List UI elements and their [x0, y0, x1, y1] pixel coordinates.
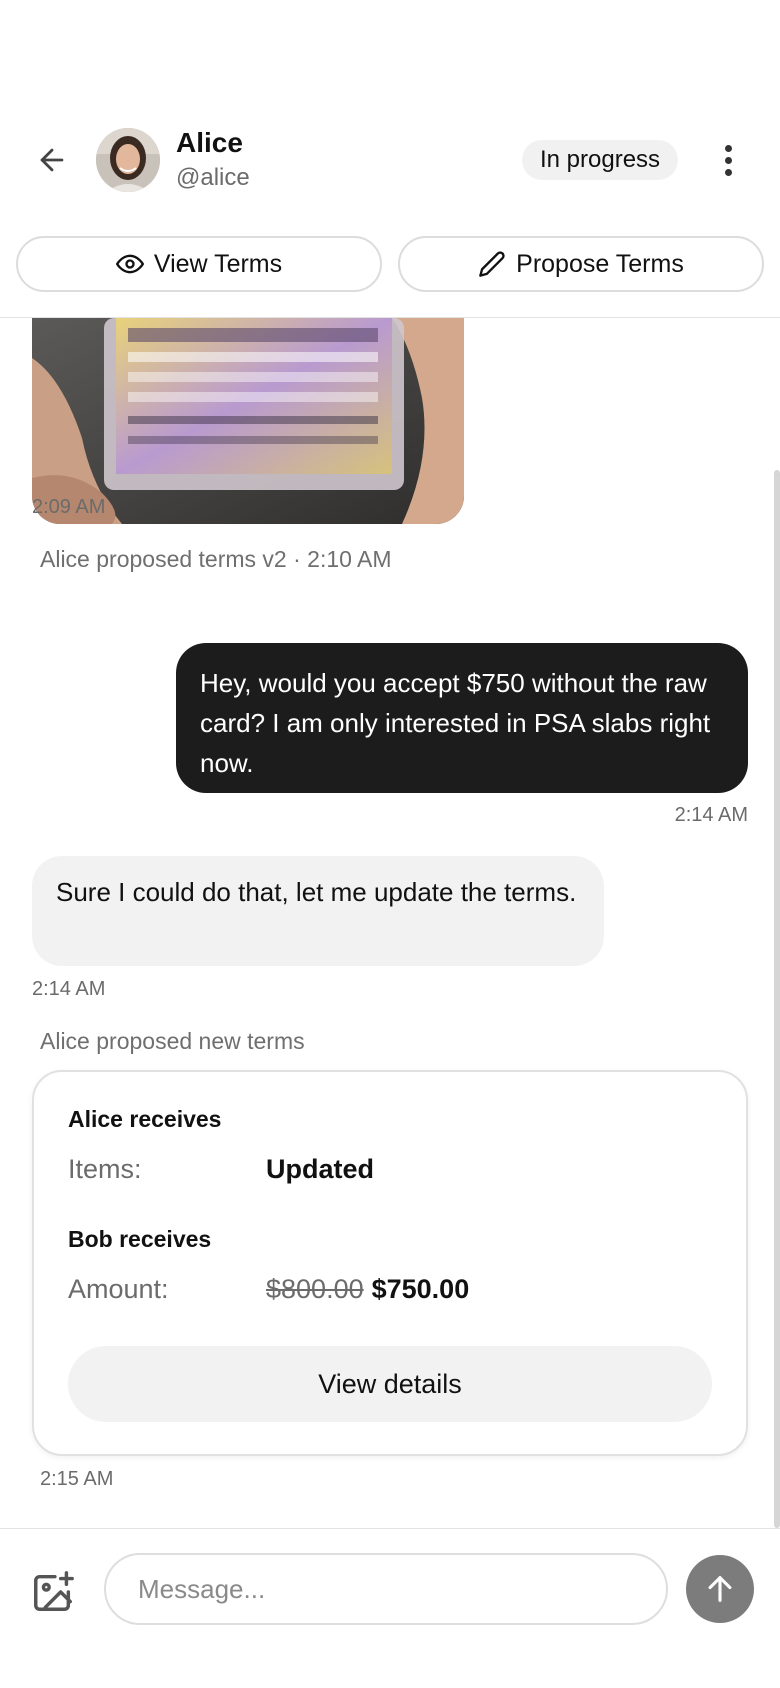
send-button[interactable] [686, 1555, 754, 1623]
terms-card: Alice receives Items: Updated Bob receiv… [32, 1070, 748, 1456]
propose-terms-label: Propose Terms [516, 249, 684, 278]
amount-label: Amount: [68, 1274, 169, 1304]
more-options-button[interactable] [712, 138, 744, 182]
message-input[interactable] [104, 1553, 668, 1625]
view-details-button[interactable]: View details [68, 1346, 712, 1422]
message-time: 2:15 AM [40, 1468, 114, 1490]
alice-receives-title: Alice receives [68, 1106, 222, 1132]
items-label: Items: [68, 1154, 142, 1184]
incoming-message[interactable]: Sure I could do that, let me update the … [32, 856, 604, 966]
message-list[interactable]: 2:09 AM Alice proposed terms v2 · 2:10 A… [0, 318, 780, 1528]
pencil-icon [479, 251, 505, 277]
card-photo-message[interactable] [32, 318, 464, 524]
view-terms-button[interactable]: View Terms [16, 236, 382, 292]
more-vertical-icon [724, 144, 732, 152]
attach-image-button[interactable] [30, 1569, 76, 1615]
arrow-up-icon [708, 1576, 732, 1602]
image-plus-icon [34, 1571, 74, 1611]
message-time: 2:09 AM [32, 496, 106, 518]
view-terms-label: View Terms [153, 249, 283, 278]
outgoing-message[interactable]: Hey, would you accept $750 without the r… [176, 643, 748, 793]
avatar[interactable] [96, 128, 160, 192]
back-button[interactable] [30, 138, 74, 182]
amount-value: $800.00 $750.00 [266, 1274, 469, 1305]
message-time: 2:14 AM [674, 804, 748, 826]
message-time: 2:14 AM [32, 978, 106, 1000]
eye-icon [115, 254, 144, 274]
message-composer [0, 1528, 780, 1688]
new-amount: $750.00 [371, 1274, 470, 1304]
old-amount: $800.00 [266, 1274, 364, 1304]
system-event: Alice proposed terms v2 · 2:10 AM [40, 546, 392, 572]
propose-terms-button[interactable]: Propose Terms [398, 236, 764, 292]
arrow-left-icon [40, 148, 64, 172]
status-badge: In progress [522, 140, 679, 180]
bob-receives-title: Bob receives [68, 1226, 212, 1252]
system-event: Alice proposed new terms [40, 1028, 305, 1054]
items-value: Updated [266, 1154, 374, 1184]
contact-handle: @alice [176, 164, 250, 191]
scrollbar[interactable] [774, 470, 780, 1528]
chat-header: Alice @alice In progress View Terms Prop… [0, 0, 780, 318]
contact-name: Alice [176, 127, 243, 158]
